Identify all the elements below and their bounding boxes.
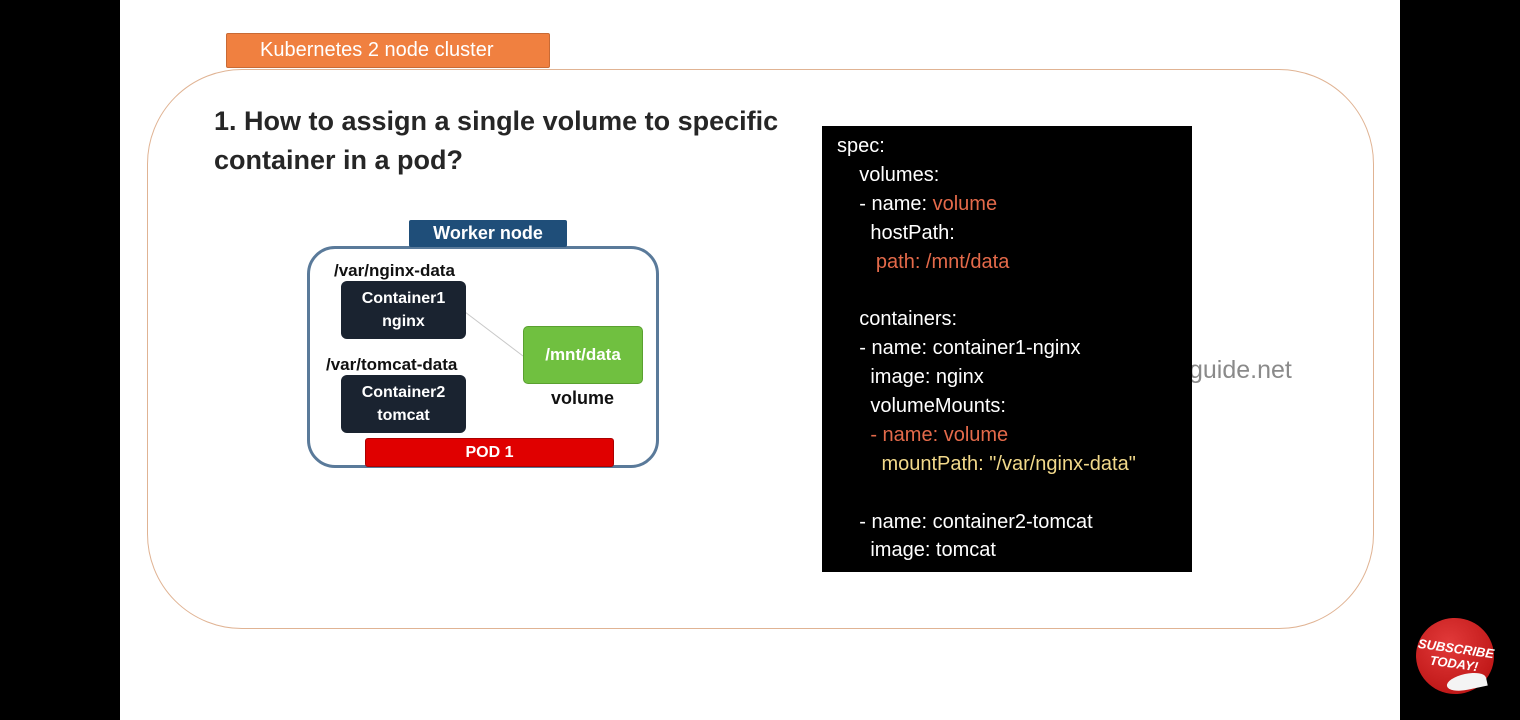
code-line: containers:	[837, 308, 958, 331]
subscribe-badge[interactable]: SUBSCRIBE TODAY!	[1411, 612, 1499, 700]
tomcat-mount-path: /var/tomcat-data	[326, 355, 458, 374]
code-token: - name:	[837, 192, 933, 215]
volume-label: volume	[551, 388, 615, 408]
container1-image: nginx	[382, 313, 425, 330]
code-line-highlight: mountPath: "/var/nginx-data"	[837, 452, 1136, 475]
container1-name: Container1	[361, 290, 446, 307]
nginx-mount-path: /var/nginx-data	[334, 261, 455, 280]
container2-name: Container2	[361, 384, 446, 401]
pod-bar: POD 1	[365, 438, 614, 467]
code-line: volumes:	[837, 163, 940, 186]
volume-box: /mnt/data	[523, 326, 643, 384]
container1-box: Container1 nginx	[341, 281, 466, 339]
code-line: image: nginx	[837, 366, 984, 389]
slide: Kubernetes 2 node cluster 1. How to assi…	[120, 0, 1400, 720]
code-line: - name: container1-nginx	[837, 337, 1081, 360]
code-line: - name: container2-tomcat	[837, 510, 1093, 533]
code-token-highlight: volume	[932, 192, 998, 215]
yaml-code-block: spec: volumes: - name: volume hostPath: …	[822, 126, 1192, 572]
code-line: image: tomcat	[837, 539, 996, 562]
code-line: hostPath:	[837, 221, 955, 244]
code-line: spec:	[837, 135, 885, 157]
watermark-text: guide.net	[1189, 356, 1292, 384]
code-line-highlight: - name: volume	[837, 423, 1009, 446]
code-line-highlight: path: /mnt/data	[837, 250, 1010, 273]
page-curl-icon	[1445, 669, 1488, 694]
code-line: volumeMounts:	[837, 395, 1006, 418]
code-line: - name: volume	[837, 190, 1192, 219]
container2-image: tomcat	[377, 407, 430, 424]
container2-box: Container2 tomcat	[341, 375, 466, 433]
